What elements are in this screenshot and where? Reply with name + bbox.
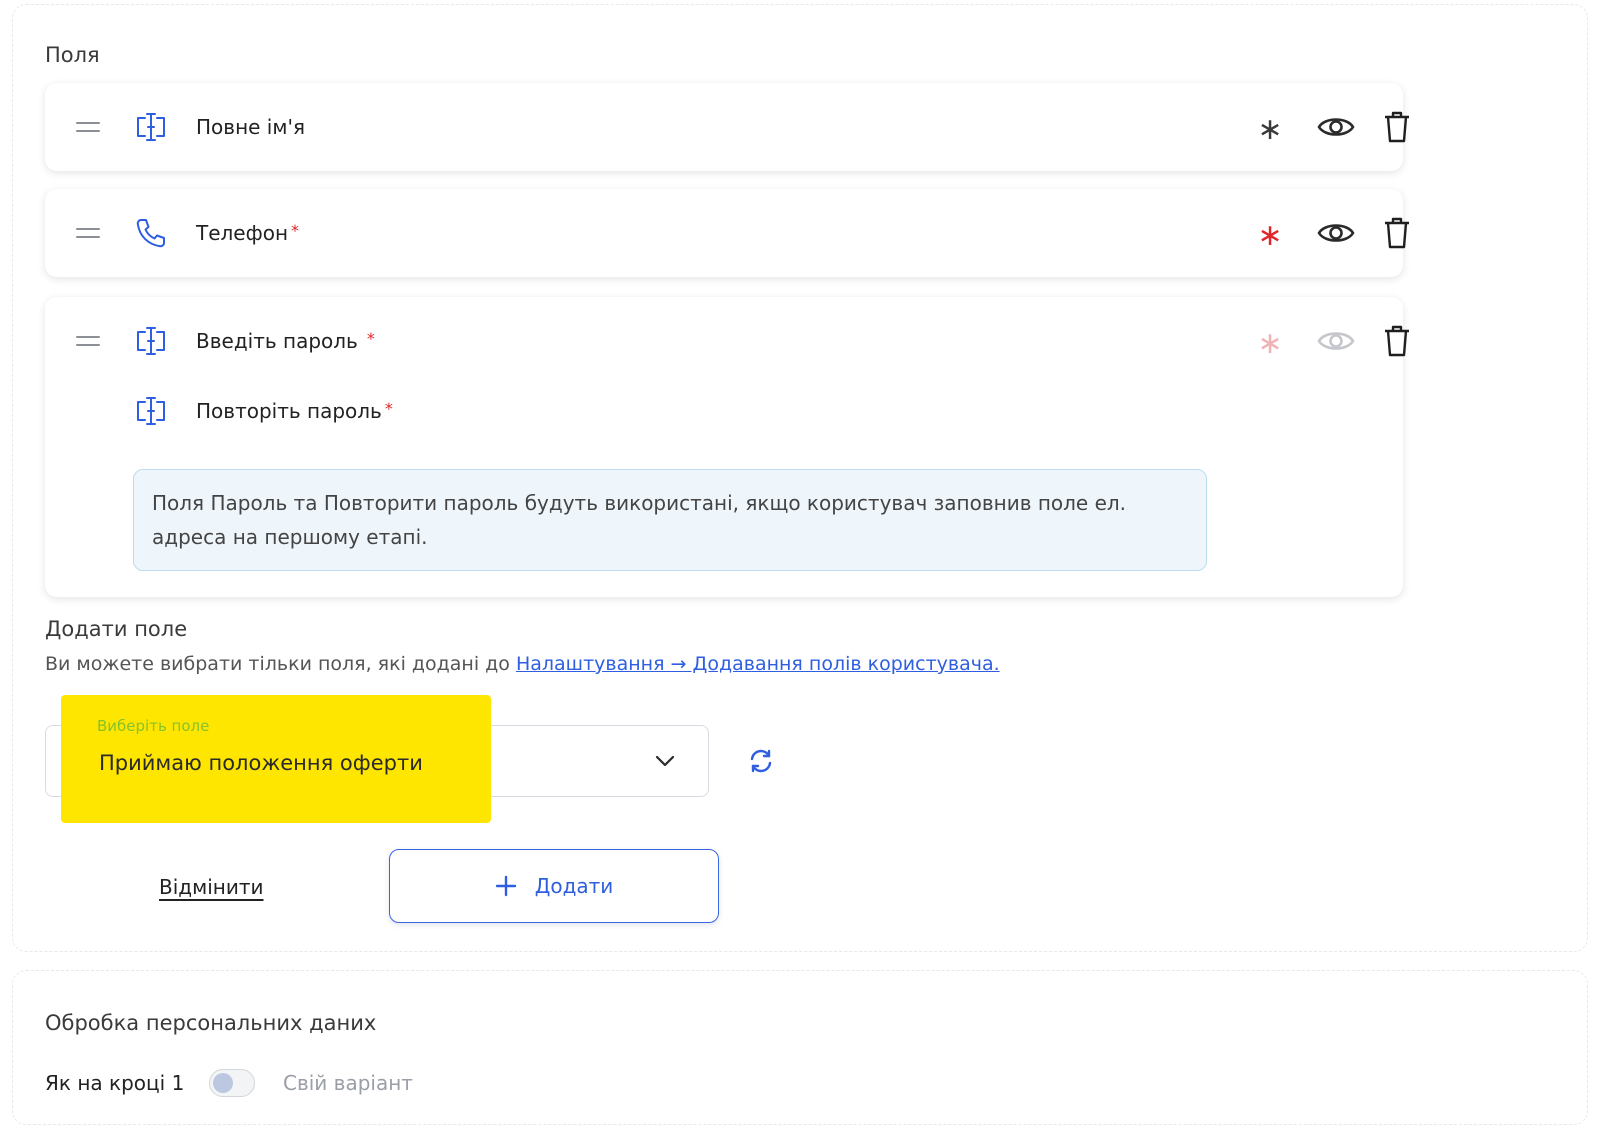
password-info-box: Поля Пароль та Повторити пароль будуть в… (133, 469, 1207, 571)
text-field-icon (137, 113, 165, 141)
add-field-title: Додати поле (45, 617, 188, 641)
toggle-right-label: Свій варіант (283, 1071, 413, 1095)
field-row: Введіть пароль * ∗ (45, 319, 1409, 363)
field-label: Телефон * (196, 221, 299, 245)
field-row: Телефон * ∗ (45, 211, 1409, 255)
field-row: Повне ім'я ∗ (45, 105, 1409, 149)
trash-icon[interactable] (1382, 109, 1412, 145)
cancel-button[interactable]: Відмінити (151, 869, 271, 905)
eye-icon[interactable] (1316, 217, 1356, 249)
personal-data-title: Обробка персональних даних (45, 1011, 377, 1035)
field-label: Повне ім'я (196, 115, 308, 139)
required-marker: * (291, 221, 300, 240)
add-field-hint-text: Ви можете вибрати тільки поля, які додан… (45, 653, 516, 675)
plus-icon (495, 875, 516, 897)
required-marker: * (366, 329, 375, 348)
field-card-full-name: Повне ім'я ∗ (45, 83, 1409, 171)
drag-handle-icon[interactable] (76, 223, 102, 243)
field-label-text: Повторіть пароль (196, 399, 382, 423)
field-select-caption: Виберіть поле (97, 717, 210, 735)
required-toggle-icon[interactable]: ∗ (1255, 217, 1285, 253)
fields-panel: Поля Повне ім'я ∗ Телефон * ∗ Введіть па… (12, 4, 1588, 952)
field-label-text: Повне ім'я (196, 115, 305, 139)
fields-section-title: Поля (45, 43, 100, 67)
eye-icon[interactable] (1316, 111, 1356, 143)
phone-icon (136, 219, 165, 248)
field-card-phone: Телефон * ∗ (45, 189, 1409, 277)
add-button[interactable]: Додати (389, 849, 719, 923)
required-marker: * (384, 399, 393, 418)
field-select-value[interactable]: Приймаю положення оферти (99, 751, 423, 775)
eye-icon-disabled (1317, 332, 1355, 350)
drag-handle-icon[interactable] (76, 331, 102, 351)
settings-link[interactable]: Налаштування → Додавання полів користува… (516, 653, 1000, 675)
add-field-hint: Ви можете вибрати тільки поля, які додан… (45, 653, 1000, 675)
text-field-icon (137, 327, 165, 355)
trash-icon[interactable] (1382, 323, 1412, 359)
refresh-icon[interactable] (747, 747, 775, 775)
chevron-down-icon[interactable] (653, 751, 677, 771)
field-label: Введіть пароль * (196, 329, 375, 353)
required-toggle-icon[interactable]: ∗ (1255, 111, 1285, 147)
toggle-knob (213, 1073, 233, 1093)
field-label: Повторіть пароль * (196, 399, 393, 423)
field-row-sub: Повторіть пароль * (45, 389, 1403, 433)
personal-data-toggle[interactable] (209, 1069, 255, 1097)
field-card-password-group: Введіть пароль * ∗ Повторіть пароль * Поля… (45, 297, 1409, 597)
add-button-label: Додати (534, 874, 614, 898)
toggle-left-label: Як на кроці 1 (45, 1071, 185, 1095)
trash-icon[interactable] (1382, 215, 1412, 251)
required-toggle-icon-disabled: ∗ (1257, 326, 1283, 361)
drag-handle-icon[interactable] (76, 117, 102, 137)
field-label-text: Телефон (196, 221, 289, 245)
personal-data-panel: Обробка персональних даних Як на кроці 1… (12, 970, 1588, 1125)
field-label-text: Введіть пароль (196, 329, 358, 353)
text-field-icon (137, 397, 165, 425)
